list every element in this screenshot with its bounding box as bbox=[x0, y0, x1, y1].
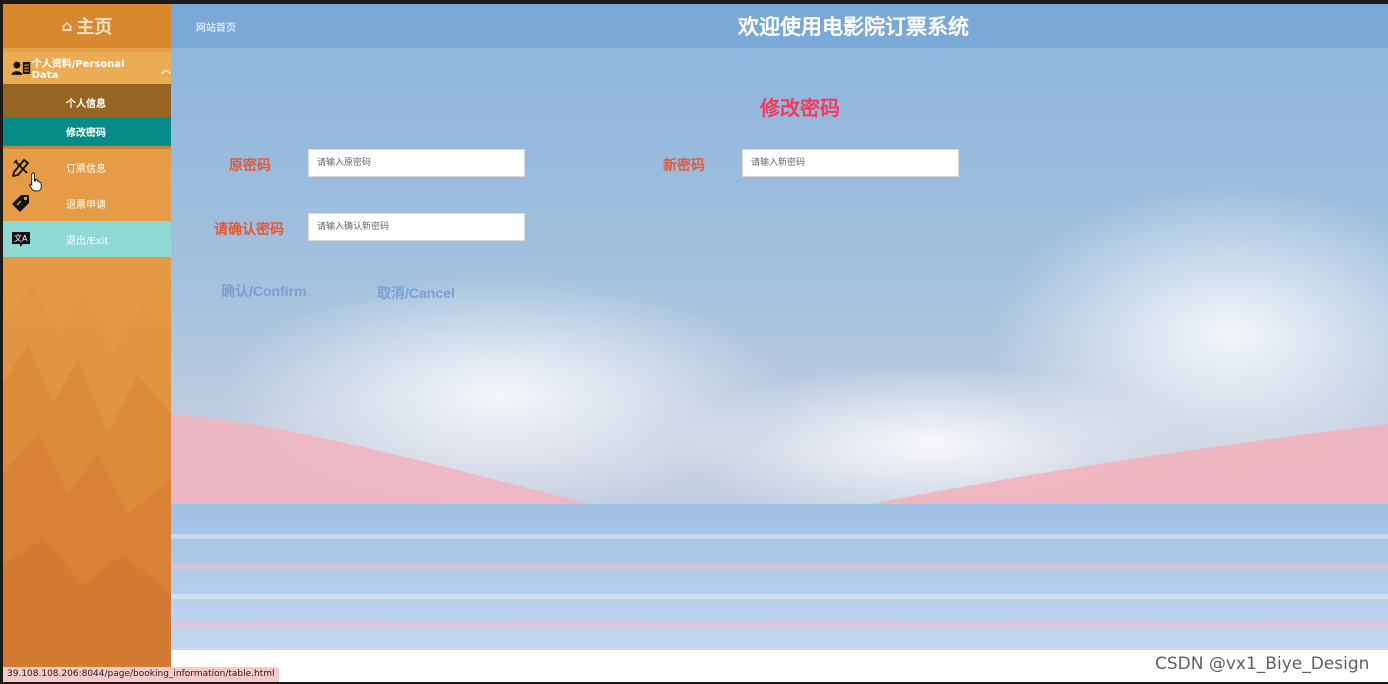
status-bar-url: 39.108.108.206:8044/page/booking_informa… bbox=[3, 667, 279, 682]
menu-personal-data[interactable]: 个人资料/Personal Data ︿ bbox=[3, 52, 171, 84]
confirm-password-input[interactable] bbox=[308, 213, 525, 241]
breadcrumb-home-link[interactable]: 网站首页 bbox=[196, 19, 236, 34]
new-password-label: 新密码 bbox=[663, 158, 705, 174]
hand-pointer-icon bbox=[29, 172, 42, 192]
form-title: 修改密码 bbox=[760, 96, 840, 120]
sidebar-item-booking-info-label: 订票信息 bbox=[66, 163, 106, 175]
sidebar-item-change-password-label: 修改密码 bbox=[66, 127, 106, 139]
sidebar-mountain-background bbox=[3, 284, 171, 682]
site-title: 欢迎使用电影院订票系统 bbox=[738, 15, 969, 39]
person-card-icon bbox=[11, 61, 31, 75]
sidebar-item-change-password[interactable]: 修改密码 bbox=[3, 117, 171, 145]
cancel-button[interactable]: 取消/Cancel bbox=[377, 283, 455, 303]
sidebar-item-profile-label: 个人信息 bbox=[66, 98, 106, 110]
sidebar-item-exit-label: 退出/Exit bbox=[66, 235, 109, 247]
chevron-up-icon: ︿ bbox=[161, 64, 171, 76]
new-password-input[interactable] bbox=[742, 149, 959, 177]
watermark: CSDN @vx1_Biye_Design bbox=[1155, 654, 1370, 674]
svg-text:文A: 文A bbox=[14, 233, 28, 243]
sidebar-item-refund-request-label: 退票申请 bbox=[66, 199, 106, 211]
sidebar-item-profile[interactable]: 个人信息 bbox=[3, 88, 171, 116]
old-password-label: 原密码 bbox=[229, 158, 271, 174]
top-bar: 网站首页 欢迎使用电影院订票系统 bbox=[171, 4, 1388, 48]
tag-icon bbox=[12, 195, 29, 212]
old-password-input[interactable] bbox=[308, 149, 525, 177]
pencil-ruler-icon bbox=[12, 159, 29, 177]
brand-home-link[interactable]: ⌂ 主页 bbox=[3, 4, 171, 48]
sidebar: ⌂ 主页 个人资料/Personal Data ︿ 个人信息 修改密码 订票信息 bbox=[3, 4, 171, 682]
translate-icon: 文A bbox=[12, 232, 30, 247]
sidebar-item-exit[interactable]: 文A 退出/Exit bbox=[3, 221, 171, 257]
home-icon: ⌂ bbox=[61, 17, 73, 35]
menu-personal-data-label: 个人资料/Personal Data bbox=[31, 59, 125, 81]
confirm-password-label: 请确认密码 bbox=[214, 222, 284, 238]
confirm-button[interactable]: 确认/Confirm bbox=[221, 281, 307, 301]
brand-label: 主页 bbox=[76, 17, 113, 38]
main-content: 网站首页 欢迎使用电影院订票系统 修改密码 原密码 新密码 请确认密码 确认/C… bbox=[171, 4, 1388, 650]
